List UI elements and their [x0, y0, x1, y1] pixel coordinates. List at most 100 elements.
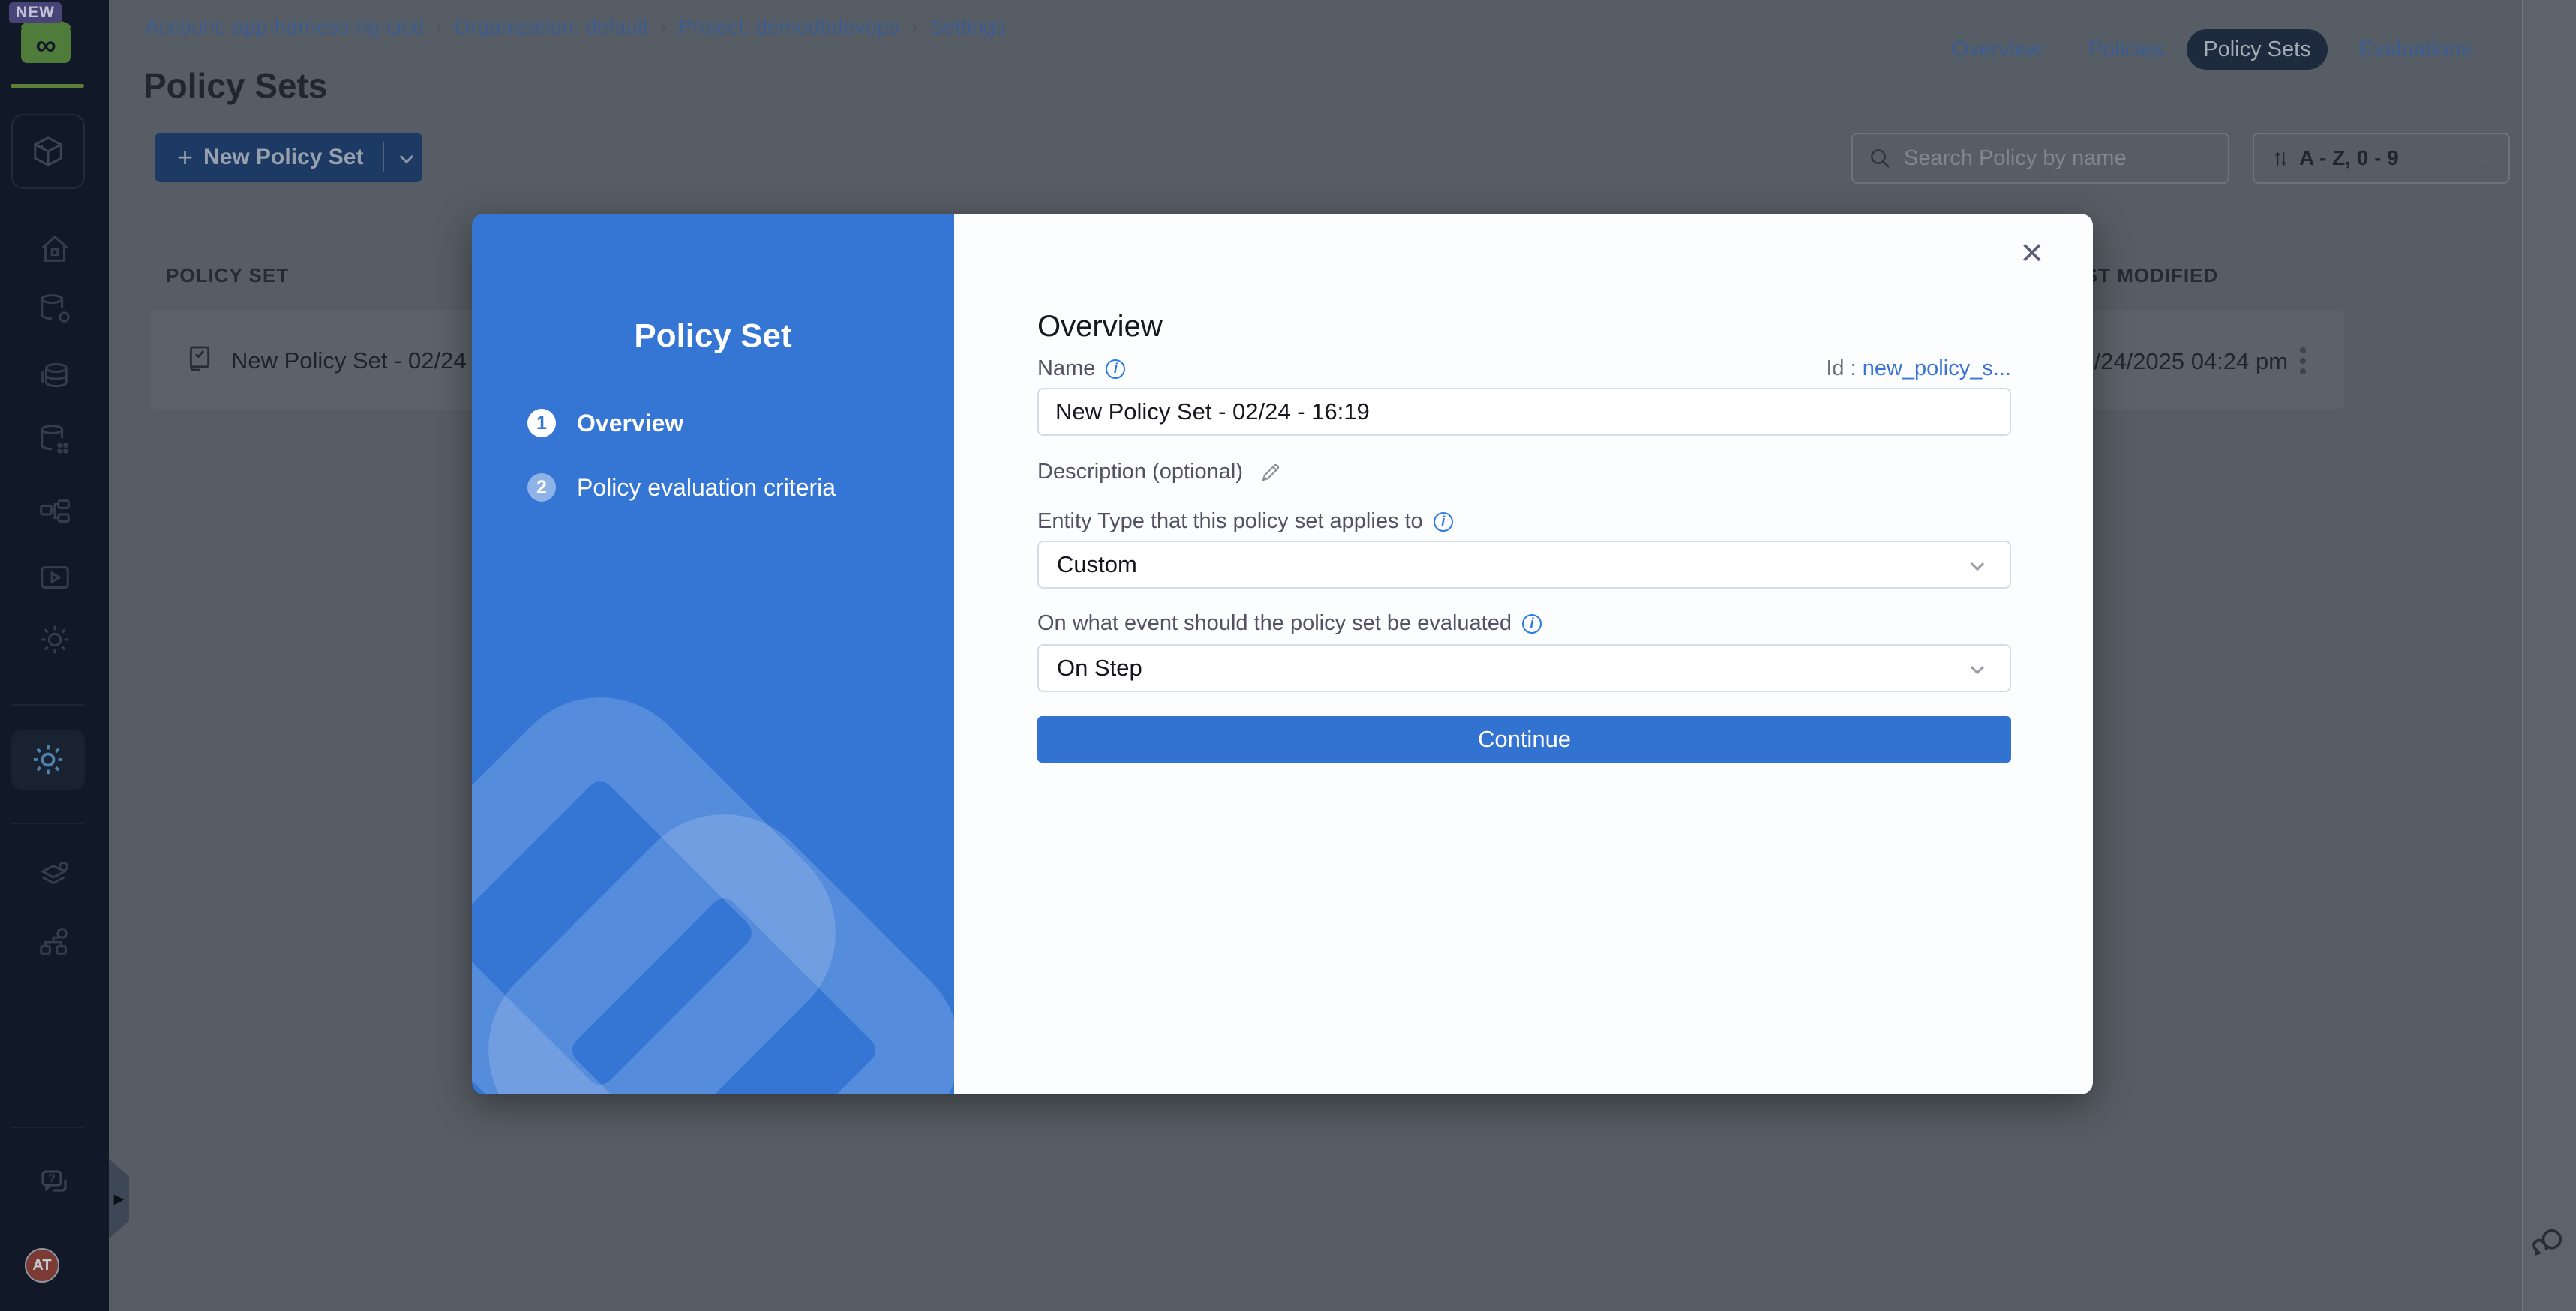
event-value: On Step [1057, 655, 1971, 682]
harness-dbdevops-logo-icon[interactable]: ∞ [21, 20, 71, 69]
step-number-badge: 1 [527, 409, 556, 437]
plus-icon: + [177, 142, 193, 173]
user-avatar[interactable]: AT [25, 1248, 59, 1282]
sidebar-divider [11, 704, 84, 706]
triangle-right-icon: ▶ [114, 1191, 125, 1207]
search-icon [1868, 146, 1892, 170]
breadcrumb-project[interactable]: Project: demodbdevops [679, 15, 899, 39]
app-screen: ∞ NEW [0, 0, 2576, 1311]
sidebar-item-home[interactable] [0, 232, 109, 266]
tab-policy-sets-active[interactable]: Policy Sets [2187, 29, 2328, 70]
network-gear-icon [38, 924, 72, 958]
breadcrumb-separator: › [660, 16, 667, 39]
breadcrumb-account[interactable]: Account: app-harness-ng-cicd [145, 15, 424, 39]
id-prefix: Id : [1826, 356, 1856, 380]
description-row: Description (optional) [1037, 460, 2011, 484]
sort-label: A - Z, 0 - 9 [2299, 146, 2476, 170]
row-menu-button[interactable] [2297, 340, 2309, 382]
event-row: On what event should the policy set be e… [1037, 611, 2011, 636]
event-label: On what event should the policy set be e… [1037, 611, 1512, 636]
breadcrumb-organization[interactable]: Organization: default [455, 15, 648, 39]
step-label: Overview [577, 410, 683, 437]
wizard-panel: Policy Set 1 Overview 2 Policy evaluatio… [472, 214, 954, 1094]
stacked-databases-icon [38, 359, 72, 394]
sidebar-item-preferences[interactable] [0, 622, 109, 657]
wizard-step-overview[interactable]: 1 Overview [527, 409, 683, 437]
chat-bubbles-icon[interactable] [2532, 1226, 2567, 1260]
page-title: Policy Sets [143, 65, 327, 106]
right-rail [2522, 0, 2576, 1311]
name-label-row: Name i [1037, 356, 1125, 381]
tab-overview[interactable]: Overview [1952, 38, 2043, 62]
step-number-badge: 2 [527, 473, 556, 502]
close-icon[interactable]: × [2021, 233, 2043, 272]
sidebar-item-infrastructure[interactable] [0, 924, 109, 958]
sidebar-item-db-instances[interactable] [0, 422, 109, 457]
breadcrumb-separator: › [436, 16, 443, 39]
sidebar-item-environments[interactable] [0, 858, 109, 892]
chevron-down-icon [2475, 150, 2489, 164]
gear-icon [38, 622, 72, 657]
sidebar-item-settings-active[interactable] [11, 730, 85, 790]
wizard-title: Policy Set [472, 317, 954, 355]
help-button[interactable]: ? [0, 1166, 109, 1202]
event-select[interactable]: On Step [1037, 644, 2011, 692]
sort-arrows-icon: ↑↓ [2272, 146, 2284, 171]
sidebar: ∞ NEW [0, 0, 109, 1311]
sidebar-divider [11, 823, 84, 824]
chevron-down-icon [1971, 660, 1984, 674]
column-header-policy-set: POLICY SET [166, 264, 289, 287]
policy-set-modified: 02/24/2025 04:24 pm [2068, 348, 2288, 375]
entity-id-link[interactable]: new_policy_s... [1863, 356, 2011, 380]
svg-text:?: ? [48, 1172, 56, 1185]
info-icon[interactable]: i [1106, 359, 1125, 379]
entity-id: Id : new_policy_s... [1826, 356, 2011, 381]
layers-gear-icon [38, 858, 72, 892]
sidebar-item-module-selector[interactable] [11, 114, 85, 189]
sidebar-item-db-settings[interactable] [0, 292, 109, 326]
tab-policies[interactable]: Policies [2088, 38, 2163, 62]
info-icon[interactable]: i [1434, 512, 1453, 532]
edit-pencil-icon[interactable] [1259, 461, 1282, 484]
new-policy-set-button[interactable]: + New Policy Set [155, 133, 422, 182]
sidebar-item-executions[interactable] [0, 561, 109, 596]
breadcrumb-settings[interactable]: Settings [930, 15, 1006, 39]
info-icon[interactable]: i [1522, 614, 1542, 634]
tab-evaluations[interactable]: Evaluations [2359, 38, 2472, 62]
home-icon [38, 232, 72, 266]
module-underline [11, 84, 84, 88]
wizard-step-evaluation-criteria[interactable]: 2 Policy evaluation criteria [527, 473, 836, 502]
gear-icon [29, 741, 67, 778]
search-box [1851, 133, 2229, 184]
description-label: Description (optional) [1037, 460, 1243, 484]
entity-type-select[interactable]: Custom [1037, 541, 2011, 589]
search-input[interactable] [1902, 146, 2187, 172]
sidebar-expand-handle[interactable]: ▶ [109, 1159, 129, 1238]
tab-policy-sets-label: Policy Sets [2203, 38, 2310, 62]
policy-set-icon [185, 344, 215, 374]
breadcrumb-separator: › [911, 16, 918, 39]
modal-content: × Overview Name i Id : new_policy_s... D… [954, 214, 2093, 1094]
name-label: Name [1037, 356, 1095, 381]
button-divider [383, 142, 384, 172]
breadcrumb: Account: app-harness-ng-cicd › Organizat… [145, 15, 1006, 39]
sidebar-divider [11, 1126, 84, 1128]
continue-button[interactable]: Continue [1037, 716, 2011, 763]
infinity-glyph: ∞ [21, 30, 71, 62]
policy-set-modal: Policy Set 1 Overview 2 Policy evaluatio… [472, 214, 2093, 1094]
sidebar-item-pipelines[interactable] [0, 496, 109, 530]
step-label: Policy evaluation criteria [577, 474, 836, 502]
entity-type-value: Custom [1057, 551, 1971, 578]
help-chat-icon: ? [37, 1166, 73, 1202]
new-badge: NEW [9, 2, 62, 23]
sidebar-item-databases[interactable] [0, 359, 109, 394]
flowchart-icon [38, 496, 72, 530]
entity-type-label: Entity Type that this policy set applies… [1037, 509, 1423, 534]
database-gear-icon [38, 292, 72, 326]
modal-heading: Overview [1037, 310, 1163, 344]
entity-type-row: Entity Type that this policy set applies… [1037, 509, 2011, 534]
cube-icon [31, 134, 65, 169]
chevron-down-icon[interactable] [400, 149, 413, 163]
sort-dropdown[interactable]: ↑↓ A - Z, 0 - 9 [2253, 133, 2510, 184]
name-input[interactable] [1037, 388, 2011, 436]
